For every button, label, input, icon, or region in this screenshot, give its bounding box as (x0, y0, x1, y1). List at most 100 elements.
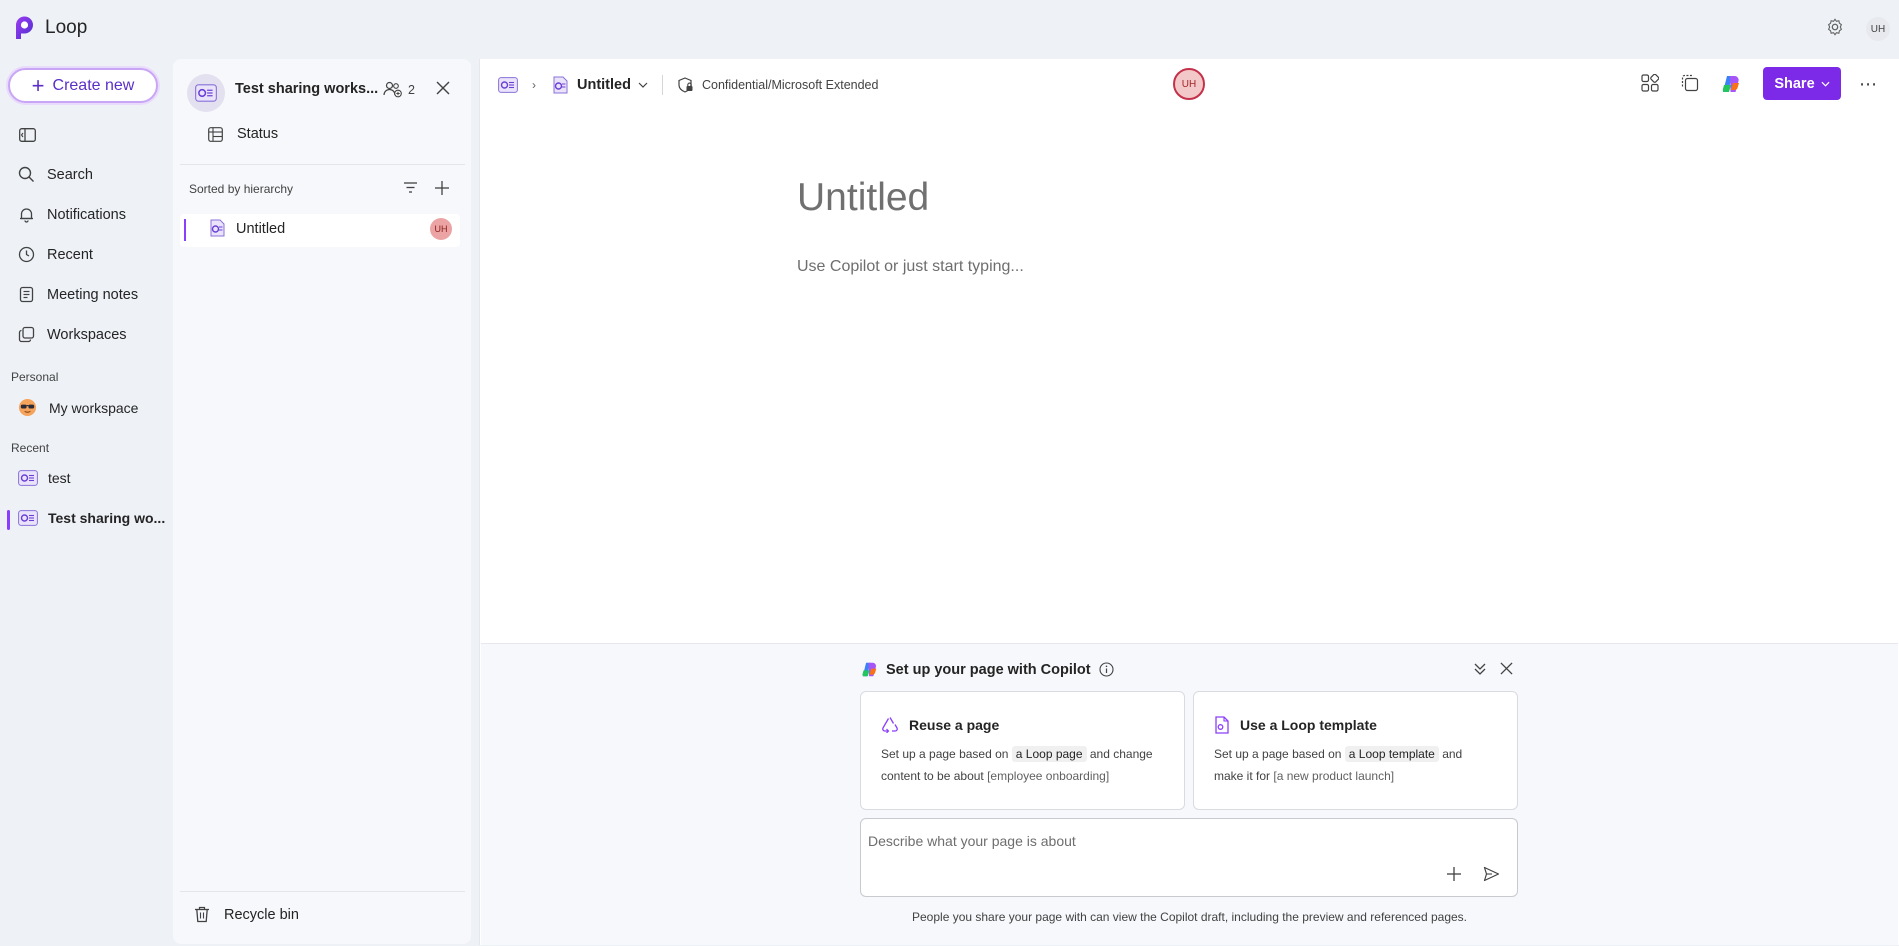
sensitivity-label-text: Confidential/Microsoft Extended (701, 78, 879, 92)
status-view-item[interactable]: Status (208, 126, 278, 142)
copilot-icon[interactable] (1721, 74, 1741, 94)
card-text: and (1442, 747, 1463, 761)
card-text: Set up a page based on (881, 747, 1009, 761)
loop-workspace-icon (18, 470, 38, 486)
nav-recent-label: Recent (47, 246, 93, 263)
active-indicator (7, 510, 10, 530)
card-description: Set up a page based on a Loop page and c… (881, 743, 1176, 787)
sorted-by-label: Sorted by hierarchy (189, 182, 294, 196)
nav-workspaces-label: Workspaces (47, 326, 127, 343)
components-icon[interactable] (1641, 74, 1659, 92)
copilot-icon (862, 662, 877, 677)
clock-icon (18, 246, 35, 263)
collapse-icon[interactable] (1473, 662, 1487, 676)
share-button-label: Share (1774, 75, 1815, 92)
nav-recent[interactable]: Recent (18, 246, 93, 263)
separator (661, 75, 663, 95)
card-example: [a new product launch] (1273, 769, 1395, 783)
chevron-right-icon: › (532, 78, 536, 92)
nav-notifications[interactable]: Notifications (18, 206, 126, 223)
divider (180, 164, 465, 165)
workspace-members-button[interactable]: 2 (383, 81, 415, 98)
loop-page-icon (553, 76, 568, 94)
card-description: Set up a page based on a Loop template a… (1214, 743, 1509, 787)
notes-icon (19, 286, 34, 303)
send-icon[interactable] (1483, 866, 1500, 882)
copilot-disclaimer: People you share your page with can view… (912, 910, 1468, 924)
info-icon[interactable] (1099, 662, 1114, 677)
copilot-panel-header: Set up your page with Copilot (861, 661, 1114, 678)
toggle-sidebar-icon[interactable] (19, 128, 36, 142)
page-body-input[interactable]: Use Copilot or just start typing... (797, 258, 1024, 276)
breadcrumb: › Untitled Confidential/Microsoft Extend… (498, 75, 878, 95)
recycle-bin-label: Recycle bin (224, 906, 299, 923)
workspace-title[interactable]: Test sharing works... (235, 81, 378, 97)
close-copilot-icon[interactable] (1500, 662, 1513, 675)
divider (180, 891, 465, 892)
user-avatar[interactable]: UH (1866, 17, 1890, 41)
close-panel-icon[interactable] (436, 81, 450, 95)
attach-plus-icon[interactable] (1446, 866, 1462, 882)
recycle-icon (882, 717, 898, 733)
app-name: Loop (45, 17, 88, 38)
copilot-prompt-input[interactable]: Describe what your page is about (868, 833, 1076, 849)
copy-component-icon[interactable] (1681, 74, 1699, 92)
card-text: make it for (1214, 769, 1271, 783)
page-title-input[interactable]: Untitled (797, 176, 929, 220)
card-text: Set up a page based on (1214, 747, 1342, 761)
more-options-icon[interactable]: ⋯ (1859, 74, 1878, 95)
add-page-icon[interactable] (434, 180, 450, 196)
nav-search-label: Search (47, 166, 93, 183)
card-chip[interactable]: a Loop page (1011, 746, 1087, 762)
people-add-icon (383, 81, 402, 98)
workspace-crumb[interactable] (498, 77, 518, 93)
filter-icon[interactable] (403, 181, 418, 194)
create-new-button[interactable]: + Create new (8, 68, 158, 103)
recent-item-test[interactable]: test (18, 470, 71, 486)
recent-item-label: test (48, 470, 71, 486)
loop-workspace-icon (195, 84, 217, 102)
create-new-label: Create new (52, 76, 135, 94)
copilot-panel-title: Set up your page with Copilot (886, 661, 1091, 678)
shield-lock-icon (678, 76, 693, 93)
workspace-avatar[interactable] (187, 74, 225, 112)
search-icon (18, 166, 34, 182)
loop-workspace-icon (498, 77, 518, 93)
copilot-prompt-box[interactable] (860, 818, 1518, 897)
card-chip[interactable]: a Loop template (1344, 746, 1439, 762)
loop-logo-icon (16, 16, 33, 39)
card-title: Use a Loop template (1214, 716, 1377, 734)
card-text: and change (1089, 747, 1153, 761)
member-count: 2 (408, 82, 415, 97)
reuse-page-card[interactable]: Reuse a page Set up a page based on a Lo… (860, 691, 1185, 810)
recent-item-label: Test sharing wo... (48, 510, 166, 526)
share-button[interactable]: Share (1763, 67, 1841, 100)
workspaces-icon (18, 326, 35, 343)
chevron-down-icon (1821, 81, 1830, 87)
recycle-bin-item[interactable]: Recycle bin (194, 906, 299, 923)
my-workspace-item[interactable]: My workspace (18, 398, 138, 417)
nav-search[interactable]: Search (18, 166, 93, 183)
page-crumb[interactable]: Untitled (550, 76, 648, 94)
nav-meeting-notes[interactable]: Meeting notes (18, 286, 138, 303)
collaborator-avatar[interactable]: UH (1173, 68, 1205, 100)
app-logo[interactable]: Loop (12, 15, 87, 41)
reuse-page-title: Reuse a page (909, 716, 1000, 733)
loop-template-card[interactable]: Use a Loop template Set up a page based … (1193, 691, 1518, 810)
settings-gear-icon[interactable] (1826, 18, 1844, 36)
page-crumb-label: Untitled (577, 77, 631, 93)
copilot-panel (481, 643, 1898, 945)
nav-workspaces[interactable]: Workspaces (18, 326, 127, 343)
card-text: content to be about (881, 769, 984, 783)
personal-section-label: Personal (11, 370, 59, 384)
recent-item-test-sharing[interactable]: Test sharing wo... (18, 510, 165, 526)
template-icon (1215, 716, 1229, 734)
bell-icon (20, 208, 33, 223)
sensitivity-label-button[interactable]: Confidential/Microsoft Extended (677, 76, 879, 94)
card-title: Reuse a page (881, 716, 999, 733)
tree-active-indicator (184, 219, 186, 241)
trash-icon (195, 906, 209, 923)
card-example: [employee onboarding] (987, 769, 1110, 783)
plus-icon: + (31, 72, 45, 98)
loop-workspace-icon (18, 510, 38, 526)
